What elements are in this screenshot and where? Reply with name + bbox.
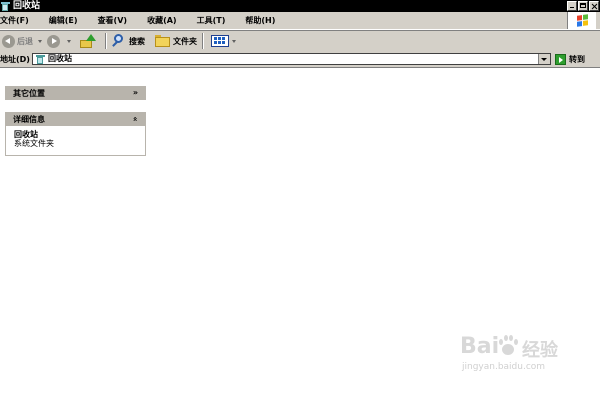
folders-button[interactable]: 文件夹 — [153, 32, 199, 50]
details-header[interactable]: 详细信息 » — [5, 112, 146, 126]
watermark-brand: Bai — [460, 334, 500, 359]
recycle-bin-icon — [35, 54, 45, 64]
go-button[interactable]: 转到 — [554, 53, 585, 65]
views-button[interactable] — [207, 32, 241, 50]
address-bar: 地址(D) 回收站 转到 — [0, 51, 600, 68]
menu-file[interactable]: 文件(F) — [0, 12, 29, 29]
paw-logo-icon — [497, 335, 519, 357]
watermark-url: jingyan.baidu.com — [462, 362, 546, 372]
up-button[interactable] — [74, 32, 102, 50]
menu-view[interactable]: 查看(V) — [98, 12, 128, 29]
menu-favorites[interactable]: 收藏(A) — [147, 12, 177, 29]
windows-logo-icon — [567, 12, 596, 29]
menu-tools[interactable]: 工具(T) — [197, 12, 226, 29]
watermark: Bai 经验 jingyan.baidu.com — [460, 334, 582, 384]
views-icon — [211, 35, 229, 47]
details-title: 详细信息 — [13, 114, 45, 124]
chevron-up-icon[interactable]: » — [130, 116, 139, 121]
window-title: 回收站 — [13, 1, 41, 11]
search-label: 搜索 — [129, 36, 145, 46]
other-places-title: 其它位置 — [13, 88, 45, 98]
up-folder-icon — [80, 34, 96, 48]
details-panel: 详细信息 » 回收站 系统文件夹 — [5, 112, 146, 156]
folder-icon — [155, 35, 170, 47]
back-button[interactable]: 后退 — [0, 32, 35, 50]
address-label: 地址(D) — [0, 54, 30, 64]
menu-edit[interactable]: 编辑(E) — [49, 12, 78, 29]
toolbar-separator — [105, 33, 107, 49]
standard-toolbar: 后退 搜索 文件夹 — [0, 30, 600, 52]
menu-bar: 文件(F) 编辑(E) 查看(V) 收藏(A) 工具(T) 帮助(H) — [0, 12, 600, 30]
close-button[interactable] — [589, 1, 599, 11]
forward-arrow-icon — [47, 34, 60, 48]
back-history-dropdown[interactable] — [38, 39, 42, 43]
watermark-suffix: 经验 — [522, 340, 558, 361]
back-label: 后退 — [17, 36, 33, 46]
search-icon — [112, 34, 126, 48]
recycle-bin-icon — [1, 1, 10, 11]
chevron-down-icon[interactable]: » — [133, 89, 138, 97]
window-controls — [567, 1, 599, 11]
address-value: 回收站 — [47, 54, 72, 63]
menu-help[interactable]: 帮助(H) — [245, 12, 275, 29]
views-dropdown-caret — [232, 39, 236, 43]
other-places-panel: 其它位置 » — [5, 86, 146, 100]
details-body: 回收站 系统文件夹 — [5, 126, 146, 156]
details-item-name: 回收站 — [14, 130, 38, 139]
go-arrow-icon — [554, 53, 566, 65]
other-places-header[interactable]: 其它位置 » — [5, 86, 146, 100]
address-input[interactable]: 回收站 — [31, 53, 551, 65]
title-bar[interactable]: 回收站 — [0, 0, 600, 12]
maximize-button[interactable] — [578, 1, 588, 11]
go-label: 转到 — [568, 54, 585, 64]
toolbar-separator — [202, 33, 204, 49]
forward-history-dropdown[interactable] — [67, 39, 71, 43]
search-button[interactable]: 搜索 — [110, 32, 147, 50]
details-item-type: 系统文件夹 — [14, 139, 54, 148]
minimize-button[interactable] — [567, 1, 577, 11]
back-arrow-icon — [2, 34, 15, 48]
address-dropdown-button[interactable] — [537, 54, 550, 64]
explorer-window: 回收站 文件(F) 编辑(E) 查看(V) 收藏(A) 工具(T) 帮助(H) … — [0, 0, 600, 400]
forward-button[interactable] — [45, 32, 64, 50]
folders-label: 文件夹 — [173, 36, 197, 46]
